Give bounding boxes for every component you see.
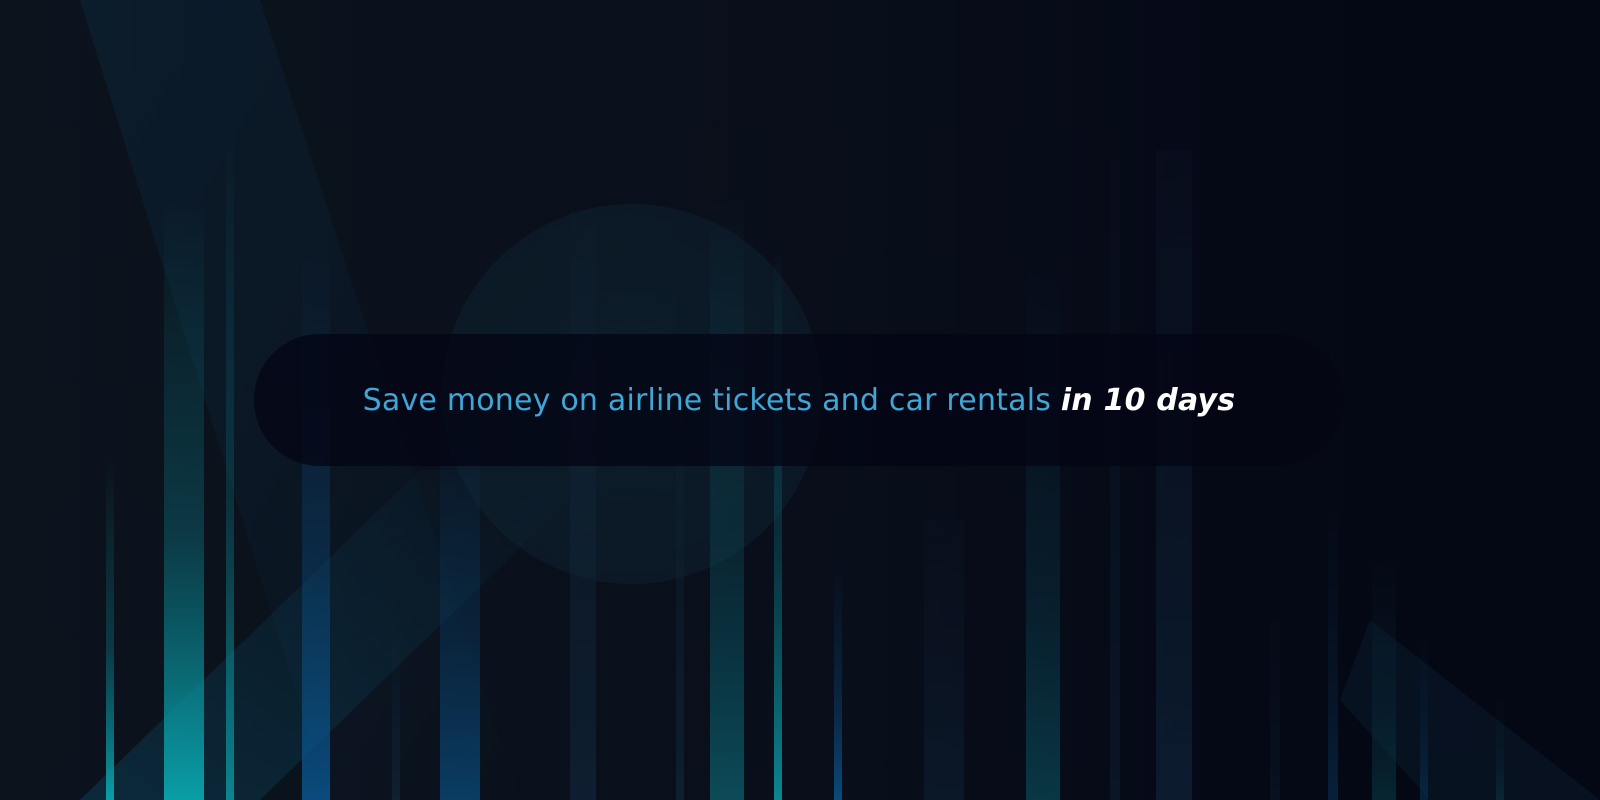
hero-banner: Save money on airline tickets and car re… <box>0 0 1600 800</box>
headline-main: Save money on airline tickets and car re… <box>362 382 1052 418</box>
headline-pill: Save money on airline tickets and car re… <box>254 334 1344 466</box>
headline-emphasis: in 10 days <box>1060 382 1236 418</box>
headline-text: Save money on airline tickets and car re… <box>363 383 1236 418</box>
